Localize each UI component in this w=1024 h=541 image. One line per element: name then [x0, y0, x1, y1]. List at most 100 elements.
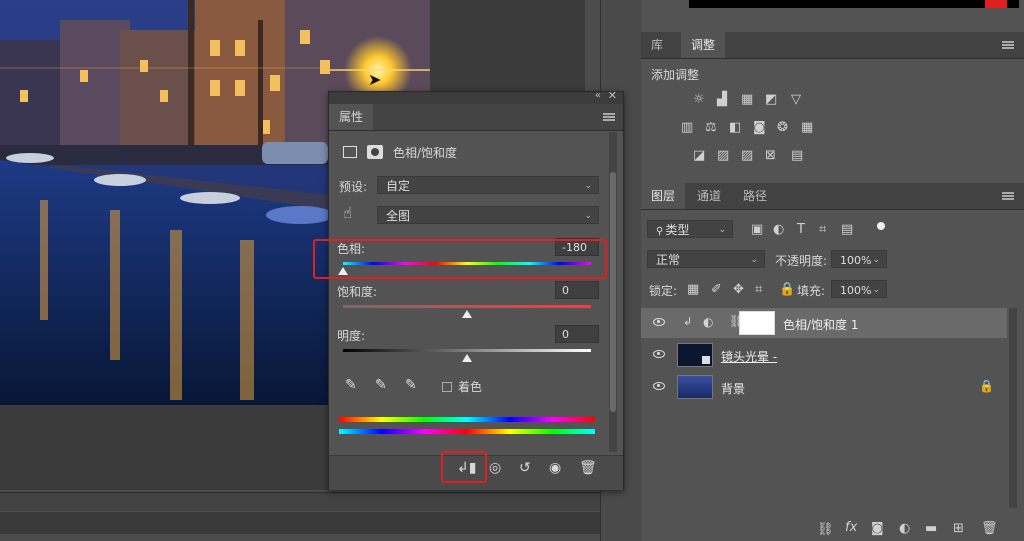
preset-dropdown[interactable]: 自定 ⌄ — [377, 176, 599, 194]
blend-mode-dropdown[interactable]: 正常 ⌄ — [647, 250, 765, 268]
lock-image-pixels-icon[interactable]: ✐ — [711, 282, 722, 297]
saturation-slider-track[interactable] — [343, 305, 591, 308]
filter-type-icon[interactable]: T — [797, 222, 805, 237]
lock-icon: 🔒 — [979, 379, 994, 393]
chevron-down-icon: ⌄ — [750, 255, 758, 265]
color-balance-icon[interactable]: ⚖ — [705, 120, 717, 135]
channel-dropdown[interactable]: 全图 ⌄ — [377, 206, 599, 224]
mask-icon[interactable] — [367, 145, 383, 159]
link-layers-icon[interactable]: ⛓ — [817, 522, 834, 537]
layers-scrollbar[interactable] — [1009, 308, 1017, 508]
chevron-down-icon: ⌄ — [872, 255, 880, 265]
saturation-input[interactable]: 0 — [555, 281, 599, 299]
eye-icon[interactable] — [653, 318, 665, 326]
channel-mixer-icon[interactable]: ❂ — [777, 120, 788, 135]
panel-menu-icon[interactable] — [1002, 41, 1014, 49]
targeted-adjustment-hand-icon[interactable]: ☝ — [343, 204, 352, 222]
layer-filter-dropdown[interactable]: ⚲ 类型 ⌄ — [647, 220, 733, 238]
lock-position-icon[interactable]: ✥ — [733, 282, 744, 297]
filter-toggle[interactable] — [877, 222, 885, 230]
add-mask-icon[interactable]: ◙ — [871, 521, 884, 536]
tab-channels[interactable]: 通道 — [687, 183, 731, 209]
new-adjustment-layer-icon[interactable]: ◐ — [899, 521, 910, 536]
layer-row-background[interactable]: 背景 🔒 — [641, 372, 1007, 402]
properties-tabs: 属性 — [329, 104, 623, 131]
layer-row-hue-saturation[interactable]: ↲ ◐ ⛓ 色相/饱和度 1 — [641, 308, 1007, 338]
invert-icon[interactable]: ◪ — [693, 148, 705, 163]
layer-row-lens-flare[interactable]: 镜头光晕 - — [641, 340, 1007, 370]
document-status-bar — [0, 492, 600, 511]
new-group-icon[interactable]: ▬ — [925, 521, 937, 536]
photo-filter-icon[interactable]: ◙ — [753, 120, 766, 135]
lightness-input[interactable]: 0 — [555, 325, 599, 343]
filter-shape-icon[interactable]: ⌗ — [819, 222, 826, 237]
tab-paths[interactable]: 路径 — [733, 183, 777, 209]
view-previous-state-icon[interactable]: ◎ — [489, 460, 501, 476]
posterize-icon[interactable]: ▨ — [717, 148, 729, 163]
layer-mask-thumbnail[interactable] — [739, 311, 775, 335]
black-white-icon[interactable]: ◧ — [729, 120, 741, 135]
curves-icon[interactable]: ▦ — [741, 92, 753, 107]
chevron-down-icon: ⌄ — [872, 285, 880, 295]
properties-panel-titlebar[interactable]: « ✕ — [329, 89, 623, 104]
eyedropper-icon[interactable]: ✎ — [345, 377, 357, 393]
add-to-sample-eyedropper-icon[interactable]: ✎ — [375, 377, 387, 393]
right-dock: 库 调整 添加调整 ☼ ▟ ▦ ◩ ▽ ▥ ⚖ ◧ ◙ ❂ ▦ ◪ ▨ ▨ ⊠ … — [641, 0, 1024, 541]
layers-tabs: 图层 通道 路径 — [641, 183, 1024, 210]
levels-icon[interactable]: ▟ — [717, 92, 727, 107]
lock-transparent-pixels-icon[interactable]: ▦ — [687, 282, 699, 297]
panel-menu-icon[interactable] — [1002, 192, 1014, 200]
vibrance-icon[interactable]: ▽ — [791, 92, 801, 107]
saturation-slider-thumb[interactable] — [462, 310, 472, 318]
opacity-label: 不透明度: — [775, 254, 828, 268]
collapse-icon[interactable]: « — [595, 90, 601, 101]
colorize-checkbox[interactable] — [442, 382, 452, 392]
fill-input[interactable]: 100% ⌄ — [831, 280, 887, 298]
mouse-cursor-icon: ➤ — [368, 70, 382, 89]
toggle-visibility-icon[interactable]: ◉ — [549, 460, 561, 476]
gradient-map-icon[interactable]: ▤ — [791, 148, 803, 163]
selective-color-icon[interactable]: ⊠ — [765, 148, 776, 163]
add-adjustment-label: 添加调整 — [651, 68, 700, 82]
reset-icon[interactable]: ↺ — [519, 460, 531, 476]
opacity-value: 100% — [840, 254, 872, 267]
new-layer-icon[interactable]: ⊞ — [953, 521, 964, 536]
panel-menu-icon[interactable] — [603, 113, 615, 121]
hue-highlight-box — [313, 239, 607, 279]
lightness-slider-thumb[interactable] — [462, 354, 472, 362]
lock-artboard-icon[interactable]: ⌗ — [755, 282, 762, 297]
layer-name[interactable]: 色相/饱和度 1 — [783, 316, 859, 333]
delete-layer-icon[interactable]: 🗑 — [981, 521, 998, 536]
foreground-color-swatch[interactable] — [985, 0, 1007, 8]
tab-libraries[interactable]: 库 — [641, 32, 673, 58]
lightness-slider-track[interactable] — [343, 349, 591, 352]
filter-pixel-icon[interactable]: ▣ — [751, 222, 763, 237]
layer-thumbnail — [677, 375, 713, 399]
clipping-arrow-icon: ↲ — [683, 315, 693, 328]
filter-smart-object-icon[interactable]: ▤ — [841, 222, 853, 237]
threshold-icon[interactable]: ▨ — [741, 148, 753, 163]
tab-adjustments[interactable]: 调整 — [681, 32, 726, 58]
opacity-input[interactable]: 100% ⌄ — [831, 250, 887, 268]
eye-icon[interactable] — [653, 350, 665, 358]
fx-icon[interactable]: fx — [845, 520, 857, 535]
layer-name[interactable]: 背景 — [721, 380, 745, 397]
chevron-down-icon: ⌄ — [718, 225, 726, 235]
delete-layer-icon[interactable]: 🗑 — [579, 460, 597, 476]
layer-thumbnail — [677, 343, 713, 367]
filter-adjustment-icon[interactable]: ◐ — [773, 222, 784, 237]
tab-properties[interactable]: 属性 — [329, 104, 374, 130]
exposure-icon[interactable]: ◩ — [765, 92, 777, 107]
brightness-contrast-icon[interactable]: ☼ — [693, 92, 705, 107]
color-lookup-icon[interactable]: ▦ — [801, 120, 813, 135]
tab-layers[interactable]: 图层 — [641, 183, 686, 209]
layer-name[interactable]: 镜头光晕 - — [721, 348, 777, 365]
eye-icon[interactable] — [653, 382, 665, 390]
close-panel-icon[interactable]: ✕ — [608, 89, 617, 102]
lock-all-icon[interactable]: 🔒 — [779, 282, 795, 297]
preset-value: 自定 — [386, 179, 411, 193]
saturation-label: 饱和度: — [337, 285, 378, 299]
hue-saturation-icon[interactable]: ▥ — [681, 120, 693, 135]
properties-scrollbar[interactable] — [609, 132, 617, 452]
subtract-from-sample-eyedropper-icon[interactable]: ✎ — [405, 377, 417, 393]
